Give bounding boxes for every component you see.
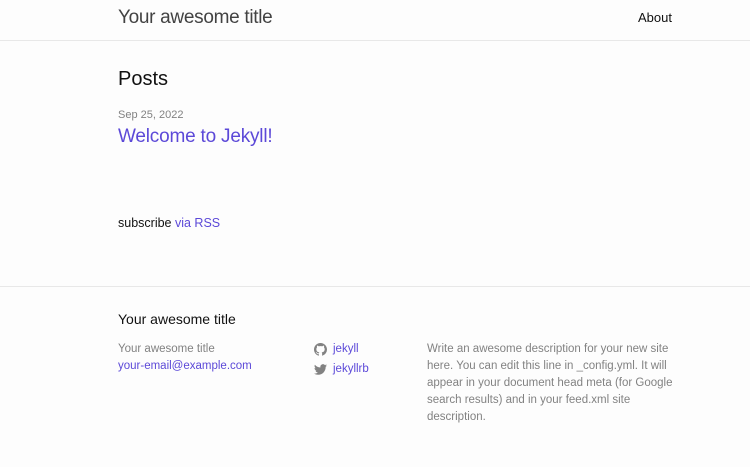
post-date: Sep 25, 2022 <box>118 109 184 121</box>
rss-link[interactable]: via RSS <box>175 216 220 230</box>
footer-contact-name: Your awesome title <box>118 343 215 355</box>
twitter-icon <box>314 364 327 375</box>
nav-about-link[interactable]: About <box>638 10 672 26</box>
site-title-link[interactable]: Your awesome title <box>118 6 273 30</box>
footer-email-link[interactable]: your-email@example.com <box>118 358 252 375</box>
social-twitter-link[interactable]: jekyllrb <box>333 361 369 378</box>
footer-contact: Your awesome title your-email@example.co… <box>118 341 252 375</box>
site-header: Your awesome title About <box>0 0 750 41</box>
social-item-twitter: jekyllrb <box>314 361 369 378</box>
rss-subscribe: subscribe via RSS <box>118 215 220 231</box>
social-github-link[interactable]: jekyll <box>333 341 359 358</box>
site-footer: Your awesome title Your awesome title yo… <box>0 286 750 467</box>
post-title-link[interactable]: Welcome to Jekyll! <box>118 125 273 149</box>
footer-social: jekyll jekyllrb <box>314 341 369 381</box>
rss-prefix: subscribe <box>118 216 172 230</box>
footer-heading: Your awesome title <box>118 311 236 327</box>
post-list-heading: Posts <box>118 68 169 90</box>
footer-description: Write an awesome description for your ne… <box>427 343 673 423</box>
social-item-github: jekyll <box>314 341 369 358</box>
github-icon <box>314 343 327 356</box>
